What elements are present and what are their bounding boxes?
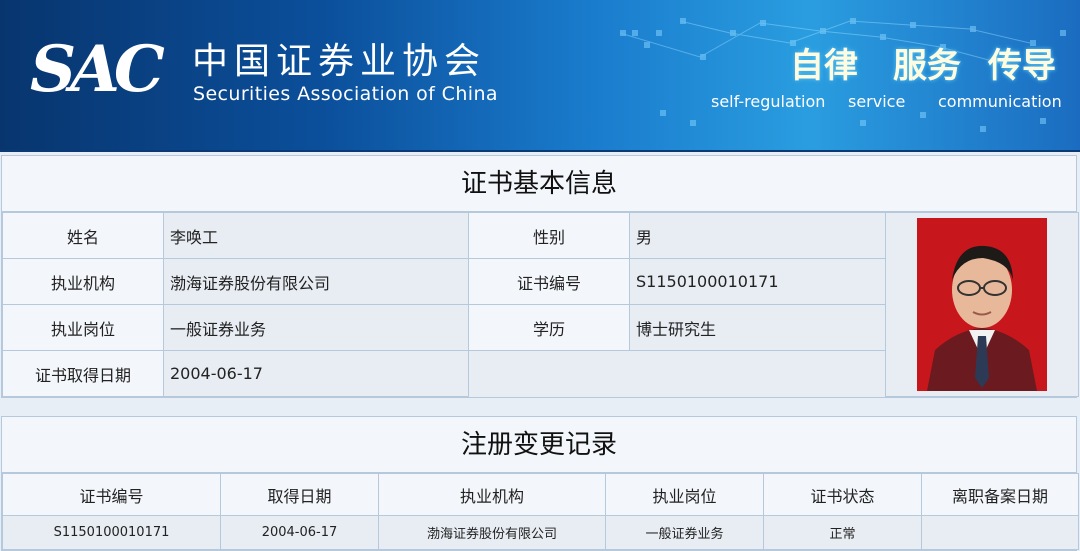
- slogan-self-regulation: 自律: [790, 46, 858, 86]
- column-header-cert-no: 证书编号: [2, 473, 221, 516]
- certificate-basic-info-panel: 证书基本信息 姓名 李唤工 性别 男 执业机构 渤海证券股份有限公司 证书编号 …: [1, 155, 1079, 398]
- cell-cert-no: S1150100010171: [2, 515, 221, 550]
- slogan-service-en: service: [848, 92, 906, 111]
- cell-date: 2004-06-17: [220, 515, 379, 550]
- change-records-table: 证书编号 取得日期 执业机构 执业岗位 证书状态 离职备案日期 S1150100…: [2, 473, 1079, 550]
- cell-status: 正常: [763, 515, 922, 550]
- empty-cell: [468, 350, 886, 397]
- change-records-title: 注册变更记录: [2, 417, 1076, 473]
- person-photo: [917, 218, 1047, 391]
- org-name-english: Securities Association of China: [193, 83, 498, 105]
- gender-label: 性别: [468, 212, 630, 259]
- org-value: 渤海证券股份有限公司: [163, 258, 469, 305]
- cell-leave-date: [921, 515, 1079, 550]
- gender-value: 男: [629, 212, 886, 259]
- basic-info-table: 姓名 李唤工 性别 男 执业机构 渤海证券股份有限公司 证书编号 S115010…: [2, 212, 1079, 397]
- column-header-status: 证书状态: [763, 473, 922, 516]
- cert-no-label: 证书编号: [468, 258, 630, 305]
- sac-logo: SAC: [30, 32, 165, 107]
- slogan-communication: 传导: [988, 46, 1056, 86]
- slogan-communication-en: communication: [938, 92, 1062, 111]
- cert-date-label: 证书取得日期: [2, 350, 164, 397]
- name-value: 李唤工: [163, 212, 469, 259]
- slogan-service: 服务: [893, 46, 961, 86]
- cert-no-value: S1150100010171: [629, 258, 886, 305]
- site-banner: SAC 中国证券业协会 Securities Association of Ch…: [0, 0, 1080, 152]
- slogan-self-regulation-en: self-regulation: [711, 92, 826, 111]
- org-label: 执业机构: [2, 258, 164, 305]
- registration-change-records-panel: 注册变更记录 证书编号 取得日期 执业机构 执业岗位 证书状态 离职备案日期 S…: [1, 416, 1079, 551]
- education-label: 学历: [468, 304, 630, 351]
- photo-cell: [885, 212, 1079, 397]
- cell-org: 渤海证券股份有限公司: [378, 515, 606, 550]
- cell-position: 一般证券业务: [605, 515, 764, 550]
- education-value: 博士研究生: [629, 304, 886, 351]
- table-row: S1150100010171 2004-06-17 渤海证券股份有限公司 一般证…: [2, 515, 1079, 550]
- cert-date-value: 2004-06-17: [163, 350, 469, 397]
- basic-info-title: 证书基本信息: [2, 156, 1076, 212]
- org-name-chinese: 中国证券业协会: [192, 41, 487, 82]
- column-header-leave-date: 离职备案日期: [921, 473, 1079, 516]
- column-header-date: 取得日期: [220, 473, 379, 516]
- column-header-position: 执业岗位: [605, 473, 764, 516]
- column-header-org: 执业机构: [378, 473, 606, 516]
- position-value: 一般证券业务: [163, 304, 469, 351]
- position-label: 执业岗位: [2, 304, 164, 351]
- name-label: 姓名: [2, 212, 164, 259]
